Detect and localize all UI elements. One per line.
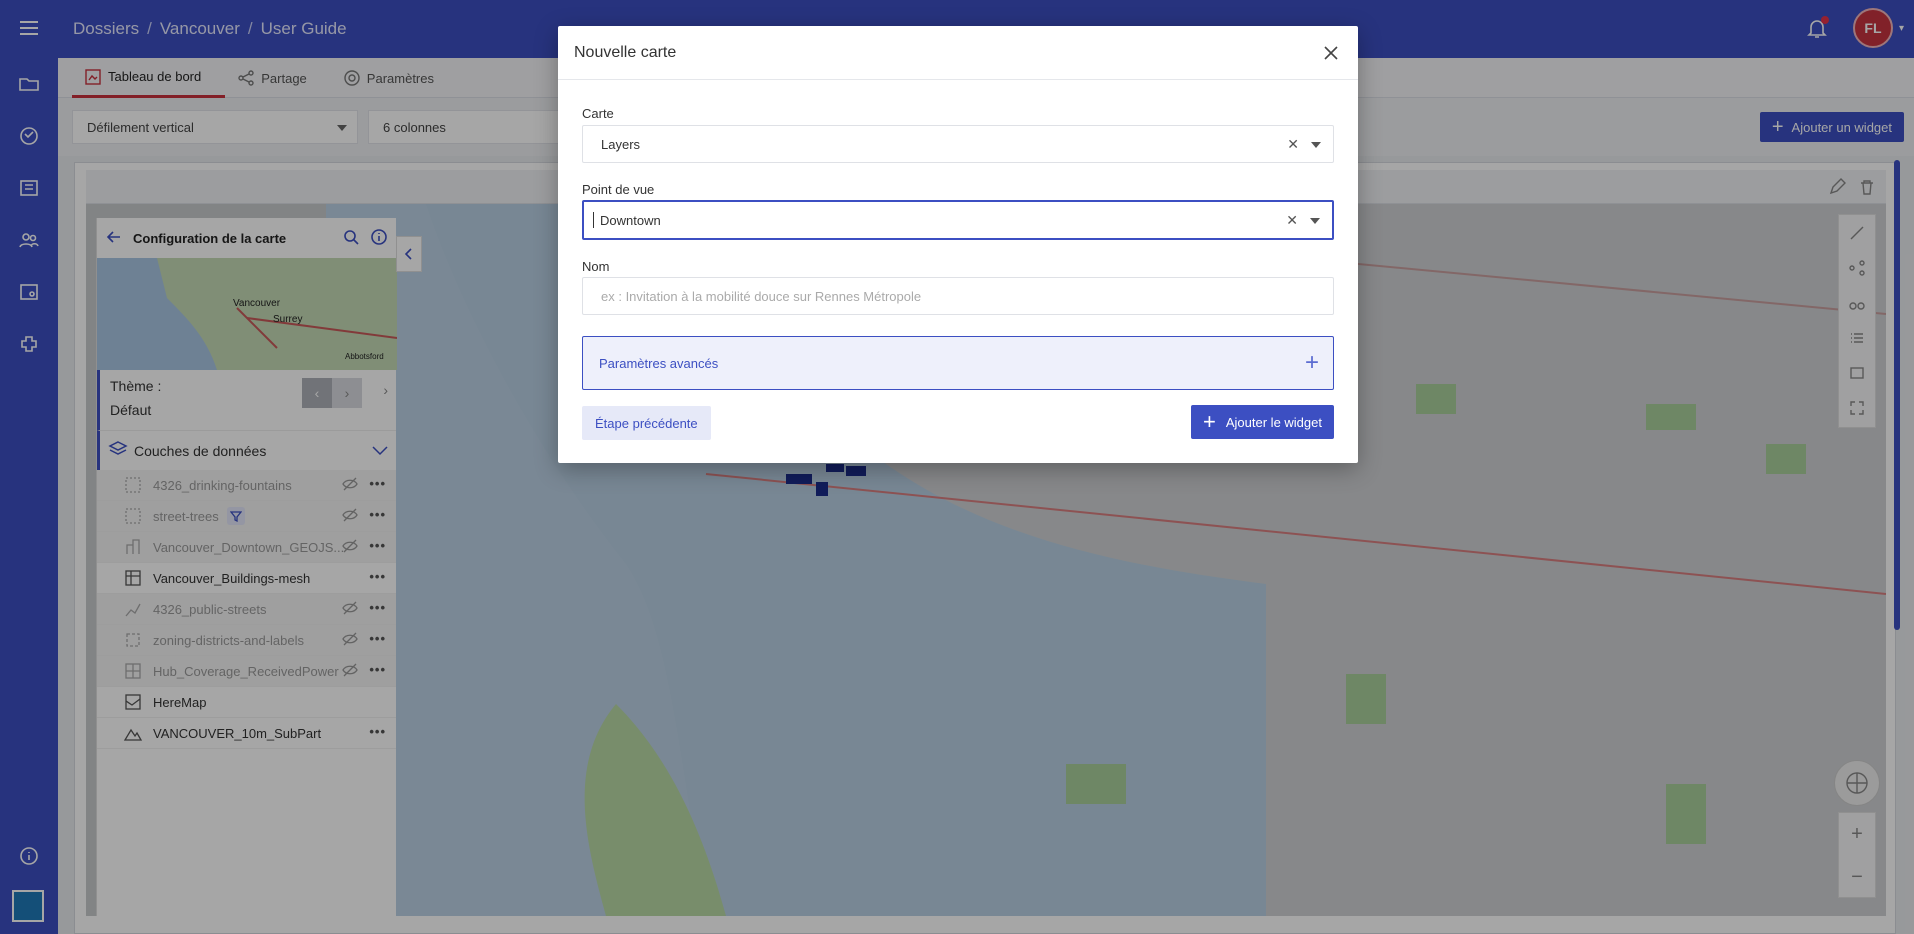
plus-icon: + xyxy=(1203,409,1216,434)
add-widget-submit-button[interactable]: + Ajouter le widget xyxy=(1191,405,1334,439)
previous-step-button[interactable]: Étape précédente xyxy=(582,406,711,440)
plus-icon: + xyxy=(1304,349,1319,376)
new-map-dialog: Nouvelle carte Carte Layers ✕ Point de v… xyxy=(558,26,1358,463)
add-widget-submit-label: Ajouter le widget xyxy=(1225,414,1322,430)
map-select-value: Layers xyxy=(601,136,641,152)
close-icon[interactable] xyxy=(1318,40,1344,66)
clear-icon[interactable]: ✕ xyxy=(1287,136,1299,153)
viewpoint-select-value: Downtown xyxy=(600,212,661,228)
name-field-label: Nom xyxy=(582,259,610,274)
previous-step-label: Étape précédente xyxy=(595,415,698,431)
map-field-label: Carte xyxy=(582,106,614,121)
viewpoint-select[interactable]: Downtown ✕ xyxy=(582,200,1334,240)
clear-icon[interactable]: ✕ xyxy=(1286,212,1298,229)
map-select[interactable]: Layers ✕ xyxy=(582,125,1334,163)
name-input[interactable]: ex : Invitation à la mobilité douce sur … xyxy=(582,277,1334,315)
text-cursor xyxy=(593,212,594,228)
dialog-title: Nouvelle carte xyxy=(574,43,677,61)
chevron-down-icon[interactable] xyxy=(1310,218,1320,224)
advanced-settings-toggle[interactable]: Paramètres avancés + xyxy=(582,336,1334,390)
advanced-settings-label: Paramètres avancés xyxy=(599,355,719,371)
viewpoint-field-label: Point de vue xyxy=(582,182,655,197)
chevron-down-icon[interactable] xyxy=(1311,142,1321,148)
name-input-placeholder: ex : Invitation à la mobilité douce sur … xyxy=(601,288,922,304)
